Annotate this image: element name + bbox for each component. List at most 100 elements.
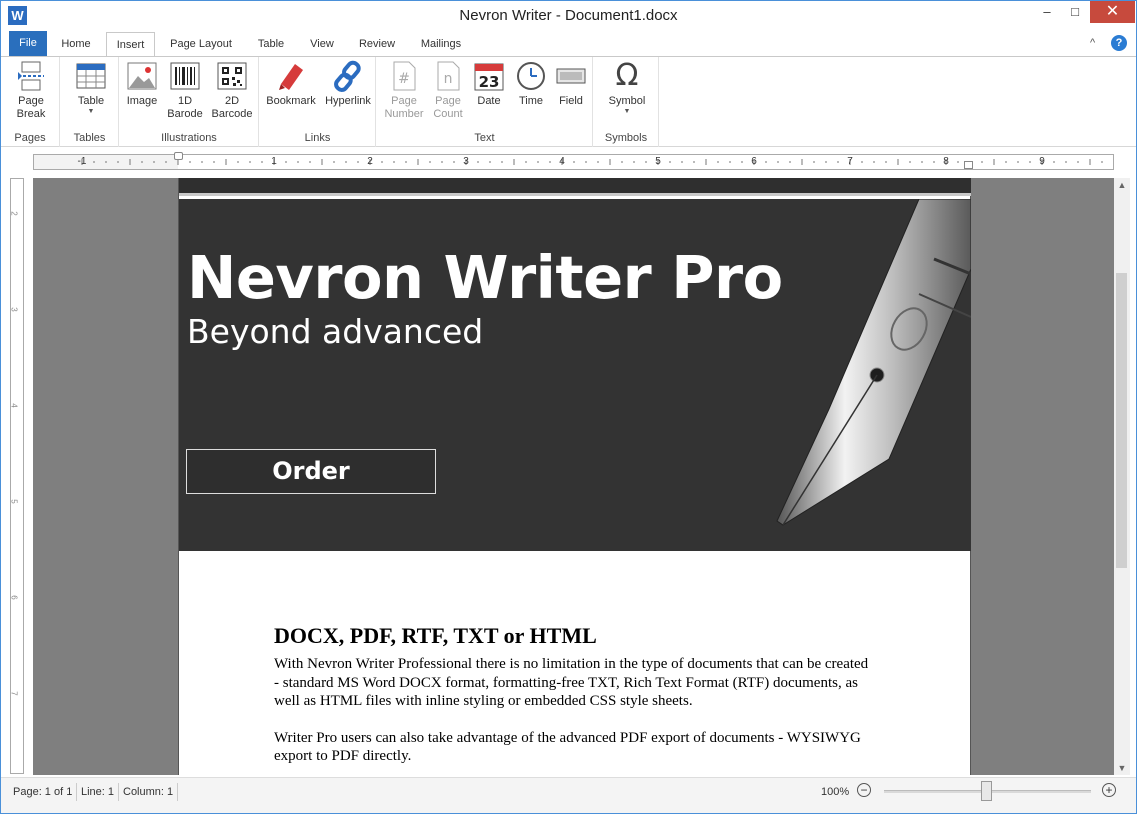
group-illustrations: Image 1D Barode 2D Barcode Illustrations <box>120 57 259 147</box>
close-button[interactable]: ✕ <box>1090 1 1135 23</box>
ruler-label: 9 <box>1039 156 1045 167</box>
tab-file[interactable]: File <box>9 31 47 57</box>
ruler-label: 1 <box>271 156 277 167</box>
clock-icon <box>515 60 547 92</box>
time-button[interactable]: Time <box>513 60 549 108</box>
page-break-label: Page Break <box>16 95 46 120</box>
ribbon-tabs: File Home Insert Page Layout Table View … <box>1 31 1136 58</box>
calendar-day: 23 <box>479 73 500 91</box>
order-button[interactable]: Order <box>186 449 436 494</box>
ruler-label: 7 <box>847 156 853 167</box>
field-icon <box>555 60 587 92</box>
image-button[interactable]: Image <box>124 60 160 108</box>
page-break-button[interactable]: Page Break <box>11 60 51 121</box>
omega-icon: Ω <box>615 58 639 93</box>
page-number-label: Page Number <box>384 95 424 120</box>
ruler-label: 2 <box>9 211 19 216</box>
zoom-out-icon[interactable]: − <box>857 783 871 797</box>
vertical-ruler[interactable]: 2 3 4 5 6 7 <box>10 178 24 774</box>
ruler-label: 7 <box>9 691 19 696</box>
page-count-icon: n <box>432 60 464 92</box>
document-body[interactable]: DOCX, PDF, RTF, TXT or HTML With Nevron … <box>274 623 874 766</box>
group-label-symbols: Symbols <box>604 132 648 144</box>
right-indent-marker[interactable] <box>964 161 973 169</box>
tab-page-layout[interactable]: Page Layout <box>161 32 241 57</box>
maximize-button[interactable]: □ <box>1060 1 1090 23</box>
svg-text:#: # <box>398 71 410 87</box>
ruler-label: 6 <box>751 156 757 167</box>
page-count-label: Page Count <box>433 95 463 120</box>
status-column: Column: 1 <box>123 786 174 798</box>
calendar-icon: 23 <box>473 60 505 92</box>
page-break-icon <box>15 60 47 92</box>
app-window: W Nevron Writer - Document1.docx – □ ✕ F… <box>0 0 1137 814</box>
ruler-label: 4 <box>9 403 19 408</box>
ruler-label: 4 <box>559 156 565 167</box>
date-button[interactable]: 23 Date <box>471 60 507 108</box>
barcode-1d-button[interactable]: 1D Barode <box>165 60 205 121</box>
zoom-slider-thumb[interactable] <box>981 781 992 801</box>
barcode-2d-label: 2D Barcode <box>211 95 253 120</box>
symbol-button[interactable]: Ω Symbol ▼ <box>604 60 650 116</box>
horizontal-ruler[interactable]: -1 1 2 3 4 5 6 7 8 9 <box>33 152 1114 170</box>
group-label-pages: Pages <box>14 132 46 144</box>
status-line: Line: 1 <box>81 786 115 798</box>
hyperlink-label: Hyperlink <box>325 95 371 107</box>
image-label: Image <box>126 95 158 107</box>
page-header-strip <box>179 178 971 196</box>
field-button[interactable]: Field <box>553 60 589 108</box>
date-label: Date <box>477 95 501 107</box>
scroll-down-icon[interactable]: ▼ <box>1114 763 1130 773</box>
group-tables: Table ▼ Tables <box>61 57 119 147</box>
section-heading: DOCX, PDF, RTF, TXT or HTML <box>274 623 597 648</box>
scrollbar-thumb[interactable] <box>1116 273 1127 568</box>
symbol-label: Symbol <box>608 95 646 107</box>
bookmark-icon <box>275 60 307 92</box>
time-label: Time <box>518 95 544 107</box>
barcode-1d-label: 1D Barode <box>167 95 203 120</box>
group-text: # Page Number n Page Count 23 Date Time … <box>377 57 593 147</box>
indent-marker[interactable] <box>174 152 183 160</box>
ruler-label: 6 <box>9 595 19 600</box>
ruler-label: 5 <box>9 499 19 504</box>
zoom-level: 100% <box>821 786 850 798</box>
svg-text:n: n <box>444 71 453 87</box>
bookmark-button[interactable]: Bookmark <box>264 60 318 108</box>
group-pages: Page Break Pages <box>1 57 60 147</box>
collapse-ribbon-icon[interactable]: ^ <box>1090 37 1095 49</box>
hero-banner: Nevron Writer Pro Beyond advanced Order <box>179 199 971 551</box>
tab-table[interactable]: Table <box>250 32 292 57</box>
chevron-down-icon: ▼ <box>87 108 95 115</box>
document-page[interactable]: Nevron Writer Pro Beyond advanced Order … <box>178 178 971 775</box>
title-bar: W Nevron Writer - Document1.docx – □ ✕ <box>1 1 1136 31</box>
qr-code-icon <box>216 60 248 92</box>
ruler-label: 5 <box>655 156 661 167</box>
tab-view[interactable]: View <box>301 32 343 57</box>
ruler-label: -1 <box>77 156 87 167</box>
help-icon[interactable]: ? <box>1111 35 1127 51</box>
tab-insert[interactable]: Insert <box>106 32 155 58</box>
group-label-illustrations: Illustrations <box>161 132 217 144</box>
paragraph: Writer Pro users can also take advantage… <box>274 729 861 765</box>
tab-home[interactable]: Home <box>53 32 99 57</box>
hyperlink-button[interactable]: Hyperlink <box>322 60 374 108</box>
scroll-up-icon[interactable]: ▲ <box>1114 180 1130 190</box>
barcode-2d-button[interactable]: 2D Barcode <box>210 60 254 121</box>
minimize-button[interactable]: – <box>1032 1 1062 23</box>
table-label: Table <box>77 95 105 107</box>
window-title: Nevron Writer - Document1.docx <box>459 7 678 24</box>
group-label-tables: Tables <box>73 132 106 144</box>
status-bar: Page: 1 of 1 Line: 1 Column: 1 100% − + <box>1 777 1136 813</box>
ruler-label: 3 <box>9 307 19 312</box>
banner-title: Nevron Writer Pro <box>187 243 783 312</box>
vertical-scrollbar[interactable]: ▲ ▼ <box>1114 178 1130 775</box>
tab-mailings[interactable]: Mailings <box>413 32 469 57</box>
ribbon: Page Break Pages Table ▼ Tables Image 1D… <box>1 56 1136 147</box>
page-count-button[interactable]: n Page Count <box>427 60 469 121</box>
page-number-button[interactable]: # Page Number <box>381 60 427 121</box>
table-button[interactable]: Table ▼ <box>71 60 111 116</box>
tab-review[interactable]: Review <box>351 32 403 57</box>
document-workspace[interactable]: Nevron Writer Pro Beyond advanced Order … <box>33 178 1114 775</box>
bookmark-label: Bookmark <box>266 95 316 107</box>
zoom-in-icon[interactable]: + <box>1102 783 1116 797</box>
